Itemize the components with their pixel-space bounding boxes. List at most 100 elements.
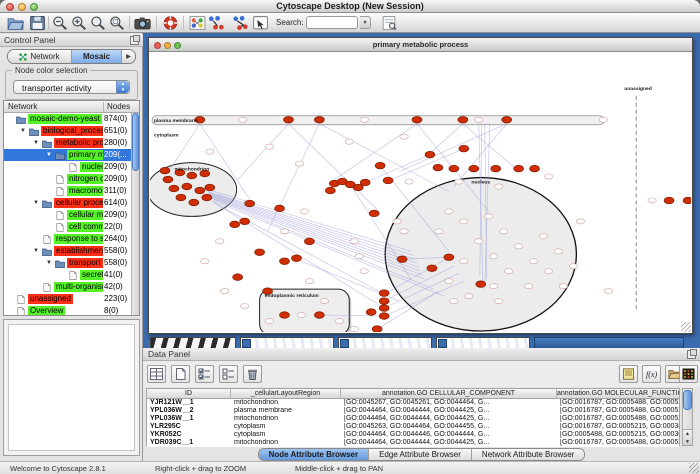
network-node[interactable] <box>355 254 363 259</box>
network-node-selected[interactable] <box>412 116 422 123</box>
network-node[interactable] <box>504 269 512 274</box>
network-node[interactable] <box>300 209 308 214</box>
tab-overflow-arrow[interactable]: ▶ <box>122 50 135 63</box>
network-node-selected[interactable] <box>275 205 285 212</box>
zoom-fit-icon[interactable] <box>90 15 107 31</box>
network-node-selected[interactable] <box>255 249 265 256</box>
zoom-in-icon[interactable] <box>71 15 88 31</box>
tree-row[interactable]: cell communicat22(0) <box>4 221 139 233</box>
network-node[interactable] <box>559 284 567 289</box>
network-node[interactable] <box>460 259 468 264</box>
network-node[interactable] <box>265 144 273 149</box>
network-node-selected[interactable] <box>458 116 468 123</box>
network-node-selected[interactable] <box>379 298 389 305</box>
network-node[interactable] <box>495 184 503 189</box>
app-resize-grip[interactable] <box>689 463 699 473</box>
save-icon[interactable] <box>29 15 46 31</box>
table-row[interactable]: YLR295Ccytoplasm[GO:0045263, GO:0044464,… <box>147 423 679 431</box>
network-node-selected[interactable] <box>230 221 240 228</box>
network-node[interactable] <box>485 214 493 219</box>
network-node-selected[interactable] <box>425 151 435 158</box>
network-node-selected[interactable] <box>514 165 524 172</box>
network-node[interactable] <box>544 269 552 274</box>
network-node[interactable] <box>495 299 503 304</box>
tab-network-attribute-browser[interactable]: Network Attribute Browser <box>472 449 584 460</box>
network-node[interactable] <box>350 326 358 331</box>
network-node-selected[interactable] <box>325 187 335 194</box>
network-node[interactable] <box>465 294 473 299</box>
network-node[interactable] <box>238 117 246 122</box>
network-node-selected[interactable] <box>433 164 443 171</box>
network-node-selected[interactable] <box>240 218 250 225</box>
birdseye-view[interactable] <box>3 319 140 456</box>
network-node-selected[interactable] <box>245 200 255 207</box>
network-node-selected[interactable] <box>530 165 540 172</box>
network-node[interactable] <box>240 304 248 309</box>
network-window-titlebar[interactable]: primary metabolic process <box>149 38 692 52</box>
network-node-selected[interactable] <box>372 326 382 332</box>
network-node[interactable] <box>216 239 224 244</box>
network-node[interactable] <box>350 239 358 244</box>
tab-edge-attribute-browser[interactable]: Edge Attribute Browser <box>369 449 472 460</box>
select-attributes-icon[interactable] <box>195 365 214 383</box>
network-node-selected[interactable] <box>664 197 674 204</box>
expander-icon[interactable]: ▼ <box>33 200 40 206</box>
network-node[interactable] <box>445 209 453 214</box>
attribute-table-header[interactable]: ID _cellularLayoutRegion annotation.GO C… <box>147 389 679 399</box>
network-node-selected[interactable] <box>202 194 212 201</box>
network-node-selected[interactable] <box>459 145 469 152</box>
network-node[interactable] <box>297 312 305 317</box>
network-node[interactable] <box>544 174 552 179</box>
network-node[interactable] <box>265 318 273 323</box>
network-node-selected[interactable] <box>304 238 314 245</box>
network-node[interactable] <box>604 289 612 294</box>
network-node-selected[interactable] <box>280 258 290 265</box>
network-node-selected[interactable] <box>233 274 243 281</box>
expander-icon[interactable]: ▼ <box>20 128 27 134</box>
network-node-selected[interactable] <box>683 197 691 204</box>
network-node[interactable] <box>400 134 408 139</box>
network-node-selected[interactable] <box>280 312 290 319</box>
table-scrollbar-arrows[interactable]: ▲▼ <box>683 429 692 445</box>
search-dropdown-icon[interactable]: ▾ <box>360 16 371 29</box>
zoom-out-icon[interactable] <box>52 15 69 31</box>
tree-row[interactable]: mosaic-demo-yeast874(0) <box>4 113 139 125</box>
network-node-selected[interactable] <box>502 116 512 123</box>
tree-row[interactable]: ▼transport558(0) <box>4 257 139 269</box>
annotation-icon[interactable] <box>252 15 269 31</box>
network-node-selected[interactable] <box>314 312 324 319</box>
network-tree-header[interactable]: Network Nodes <box>4 101 139 113</box>
network-node-selected[interactable] <box>195 187 205 194</box>
network-node[interactable] <box>305 279 313 284</box>
network-node[interactable] <box>393 219 401 224</box>
network-node-selected[interactable] <box>379 305 389 312</box>
tab-node-attribute-browser[interactable]: Node Attribute Browser <box>259 449 370 460</box>
network-node[interactable] <box>345 139 353 144</box>
network-node-selected[interactable] <box>182 183 192 190</box>
tree-row[interactable]: ▼cellular process614(0) <box>4 197 139 209</box>
layout-nodes-1-icon[interactable] <box>207 15 224 31</box>
network-node-selected[interactable] <box>369 210 379 217</box>
network-node-selected[interactable] <box>375 162 385 169</box>
network-node-selected[interactable] <box>314 116 324 123</box>
network-node[interactable] <box>648 198 656 203</box>
search-input[interactable] <box>306 16 358 29</box>
matrix-icon[interactable] <box>679 365 698 383</box>
tree-row[interactable]: multi-organism pro42(0) <box>4 281 139 293</box>
network-node[interactable] <box>569 264 577 269</box>
unselect-attributes-icon[interactable] <box>219 365 238 383</box>
network-node-selected[interactable] <box>491 165 501 172</box>
network-node[interactable] <box>360 269 368 274</box>
network-node[interactable] <box>320 299 328 304</box>
network-node[interactable] <box>405 179 413 184</box>
table-scrollbar[interactable]: ▲▼ <box>682 388 693 446</box>
network-node[interactable] <box>221 289 229 294</box>
open-icon[interactable] <box>7 15 24 31</box>
network-node-selected[interactable] <box>169 185 179 192</box>
attribute-table-icon[interactable] <box>147 365 166 383</box>
tab-network[interactable]: Network <box>8 50 72 63</box>
tree-row[interactable]: Overview8(0) <box>4 305 139 316</box>
network-node[interactable] <box>475 117 483 122</box>
network-node-selected[interactable] <box>160 167 170 174</box>
network-node-selected[interactable] <box>284 116 294 123</box>
